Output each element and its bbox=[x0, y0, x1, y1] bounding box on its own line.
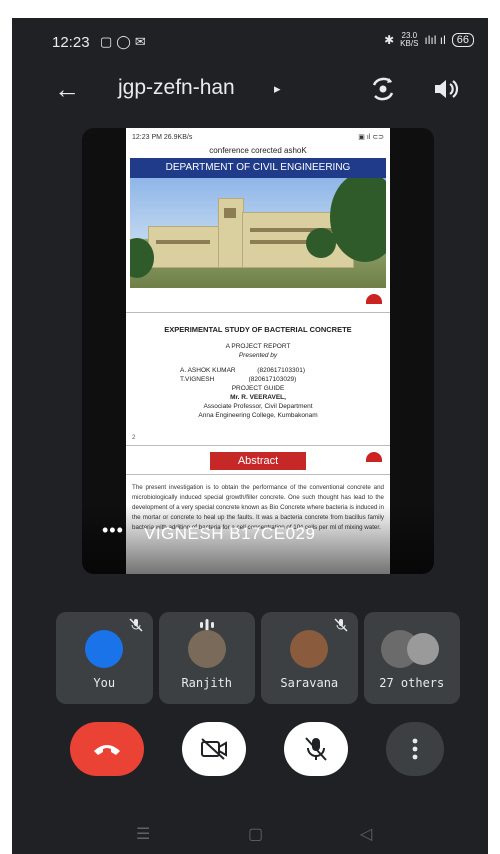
participant-tile[interactable]: You bbox=[56, 612, 153, 704]
back-icon[interactable]: ◁ bbox=[360, 824, 372, 844]
mic-off-icon bbox=[128, 618, 143, 632]
campus-photo bbox=[130, 178, 386, 288]
speaker-icon[interactable] bbox=[430, 74, 460, 104]
abstract-title: Abstract bbox=[210, 452, 306, 470]
slide-number: 2 bbox=[132, 435, 136, 441]
others-count: 27 others bbox=[379, 676, 445, 690]
more-options-button[interactable] bbox=[386, 722, 444, 776]
participant-name: Saravana bbox=[280, 676, 339, 690]
android-nav-bar: ☰ ▢ ◁ bbox=[12, 814, 488, 854]
switch-camera-icon[interactable] bbox=[368, 74, 398, 104]
presentation-stage[interactable]: 12:23 PM 26.9KB/s ▣ ıl ⊂⊃ conference core… bbox=[82, 128, 434, 574]
participant-name: You bbox=[93, 676, 116, 690]
end-call-button[interactable] bbox=[70, 722, 144, 776]
gmail-icon: ✉ bbox=[134, 34, 150, 49]
screen-record-icon: ▢ bbox=[100, 34, 117, 49]
bluetooth-icon: ✱ bbox=[384, 33, 395, 47]
back-arrow-icon[interactable]: ← bbox=[54, 74, 80, 105]
mic-off-icon bbox=[333, 618, 348, 632]
battery-indicator: 66 bbox=[451, 33, 474, 47]
participant-tile[interactable]: Saravana bbox=[261, 612, 358, 704]
presenter-name: VIGNESH B17CE029 bbox=[144, 524, 316, 543]
college-logo-icon bbox=[366, 294, 382, 304]
title-slide: EXPERIMENTAL STUDY OF BACTERIAL CONCRETE… bbox=[126, 313, 390, 446]
camera-toggle-button[interactable] bbox=[182, 722, 246, 776]
participant-tile[interactable]: Ranjith bbox=[158, 612, 255, 704]
avatar bbox=[85, 630, 124, 668]
status-time: 12:23 bbox=[52, 34, 90, 51]
camera-off-icon bbox=[201, 738, 227, 760]
shared-banner: conference corected ashoK bbox=[209, 146, 307, 155]
call-controls bbox=[12, 718, 488, 788]
college-logo-icon bbox=[366, 452, 382, 462]
vertical-dots-icon bbox=[412, 738, 418, 760]
recents-icon[interactable]: ☰ bbox=[136, 824, 150, 844]
home-icon[interactable]: ▢ bbox=[248, 824, 263, 844]
status-right: ✱ 23.0 KB/S ılıl ıl 66 bbox=[384, 32, 474, 48]
participant-name: Ranjith bbox=[181, 676, 233, 690]
status-bar: 12:23 ▢◯✉ ✱ 23.0 KB/S ılıl ıl 66 bbox=[12, 18, 488, 68]
hang-up-icon bbox=[94, 745, 120, 755]
meeting-header: ← jgp-zefn-han ▸ bbox=[12, 70, 488, 114]
participant-strip: You Ranjith Saravana 27 others bbox=[56, 612, 460, 704]
meet-screen: 12:23 ▢◯✉ ✱ 23.0 KB/S ılıl ıl 66 ← jgp-ze… bbox=[12, 18, 488, 854]
slide-divider bbox=[126, 288, 390, 313]
avatar bbox=[290, 630, 329, 668]
abstract-slide-header: Abstract bbox=[126, 446, 390, 475]
meeting-info-caret-icon[interactable]: ▸ bbox=[274, 81, 281, 97]
department-title: DEPARTMENT OF CIVIL ENGINEERING bbox=[130, 158, 386, 178]
avatar bbox=[187, 630, 226, 668]
others-tile[interactable]: 27 others bbox=[363, 612, 460, 704]
shared-status-bar: 12:23 PM 26.9KB/s ▣ ıl ⊂⊃ bbox=[132, 133, 384, 142]
net-speed: 23.0 KB/S bbox=[400, 31, 419, 48]
mic-toggle-button[interactable] bbox=[284, 722, 348, 776]
whatsapp-icon: ◯ bbox=[116, 34, 135, 49]
more-options-icon[interactable]: ••• bbox=[102, 520, 124, 541]
notification-icons: ▢◯✉ bbox=[100, 34, 150, 50]
meeting-code[interactable]: jgp-zefn-han bbox=[118, 76, 235, 100]
mic-off-icon bbox=[305, 737, 327, 761]
avatar bbox=[407, 633, 440, 665]
signal-icon: ılıl ıl bbox=[424, 33, 446, 47]
